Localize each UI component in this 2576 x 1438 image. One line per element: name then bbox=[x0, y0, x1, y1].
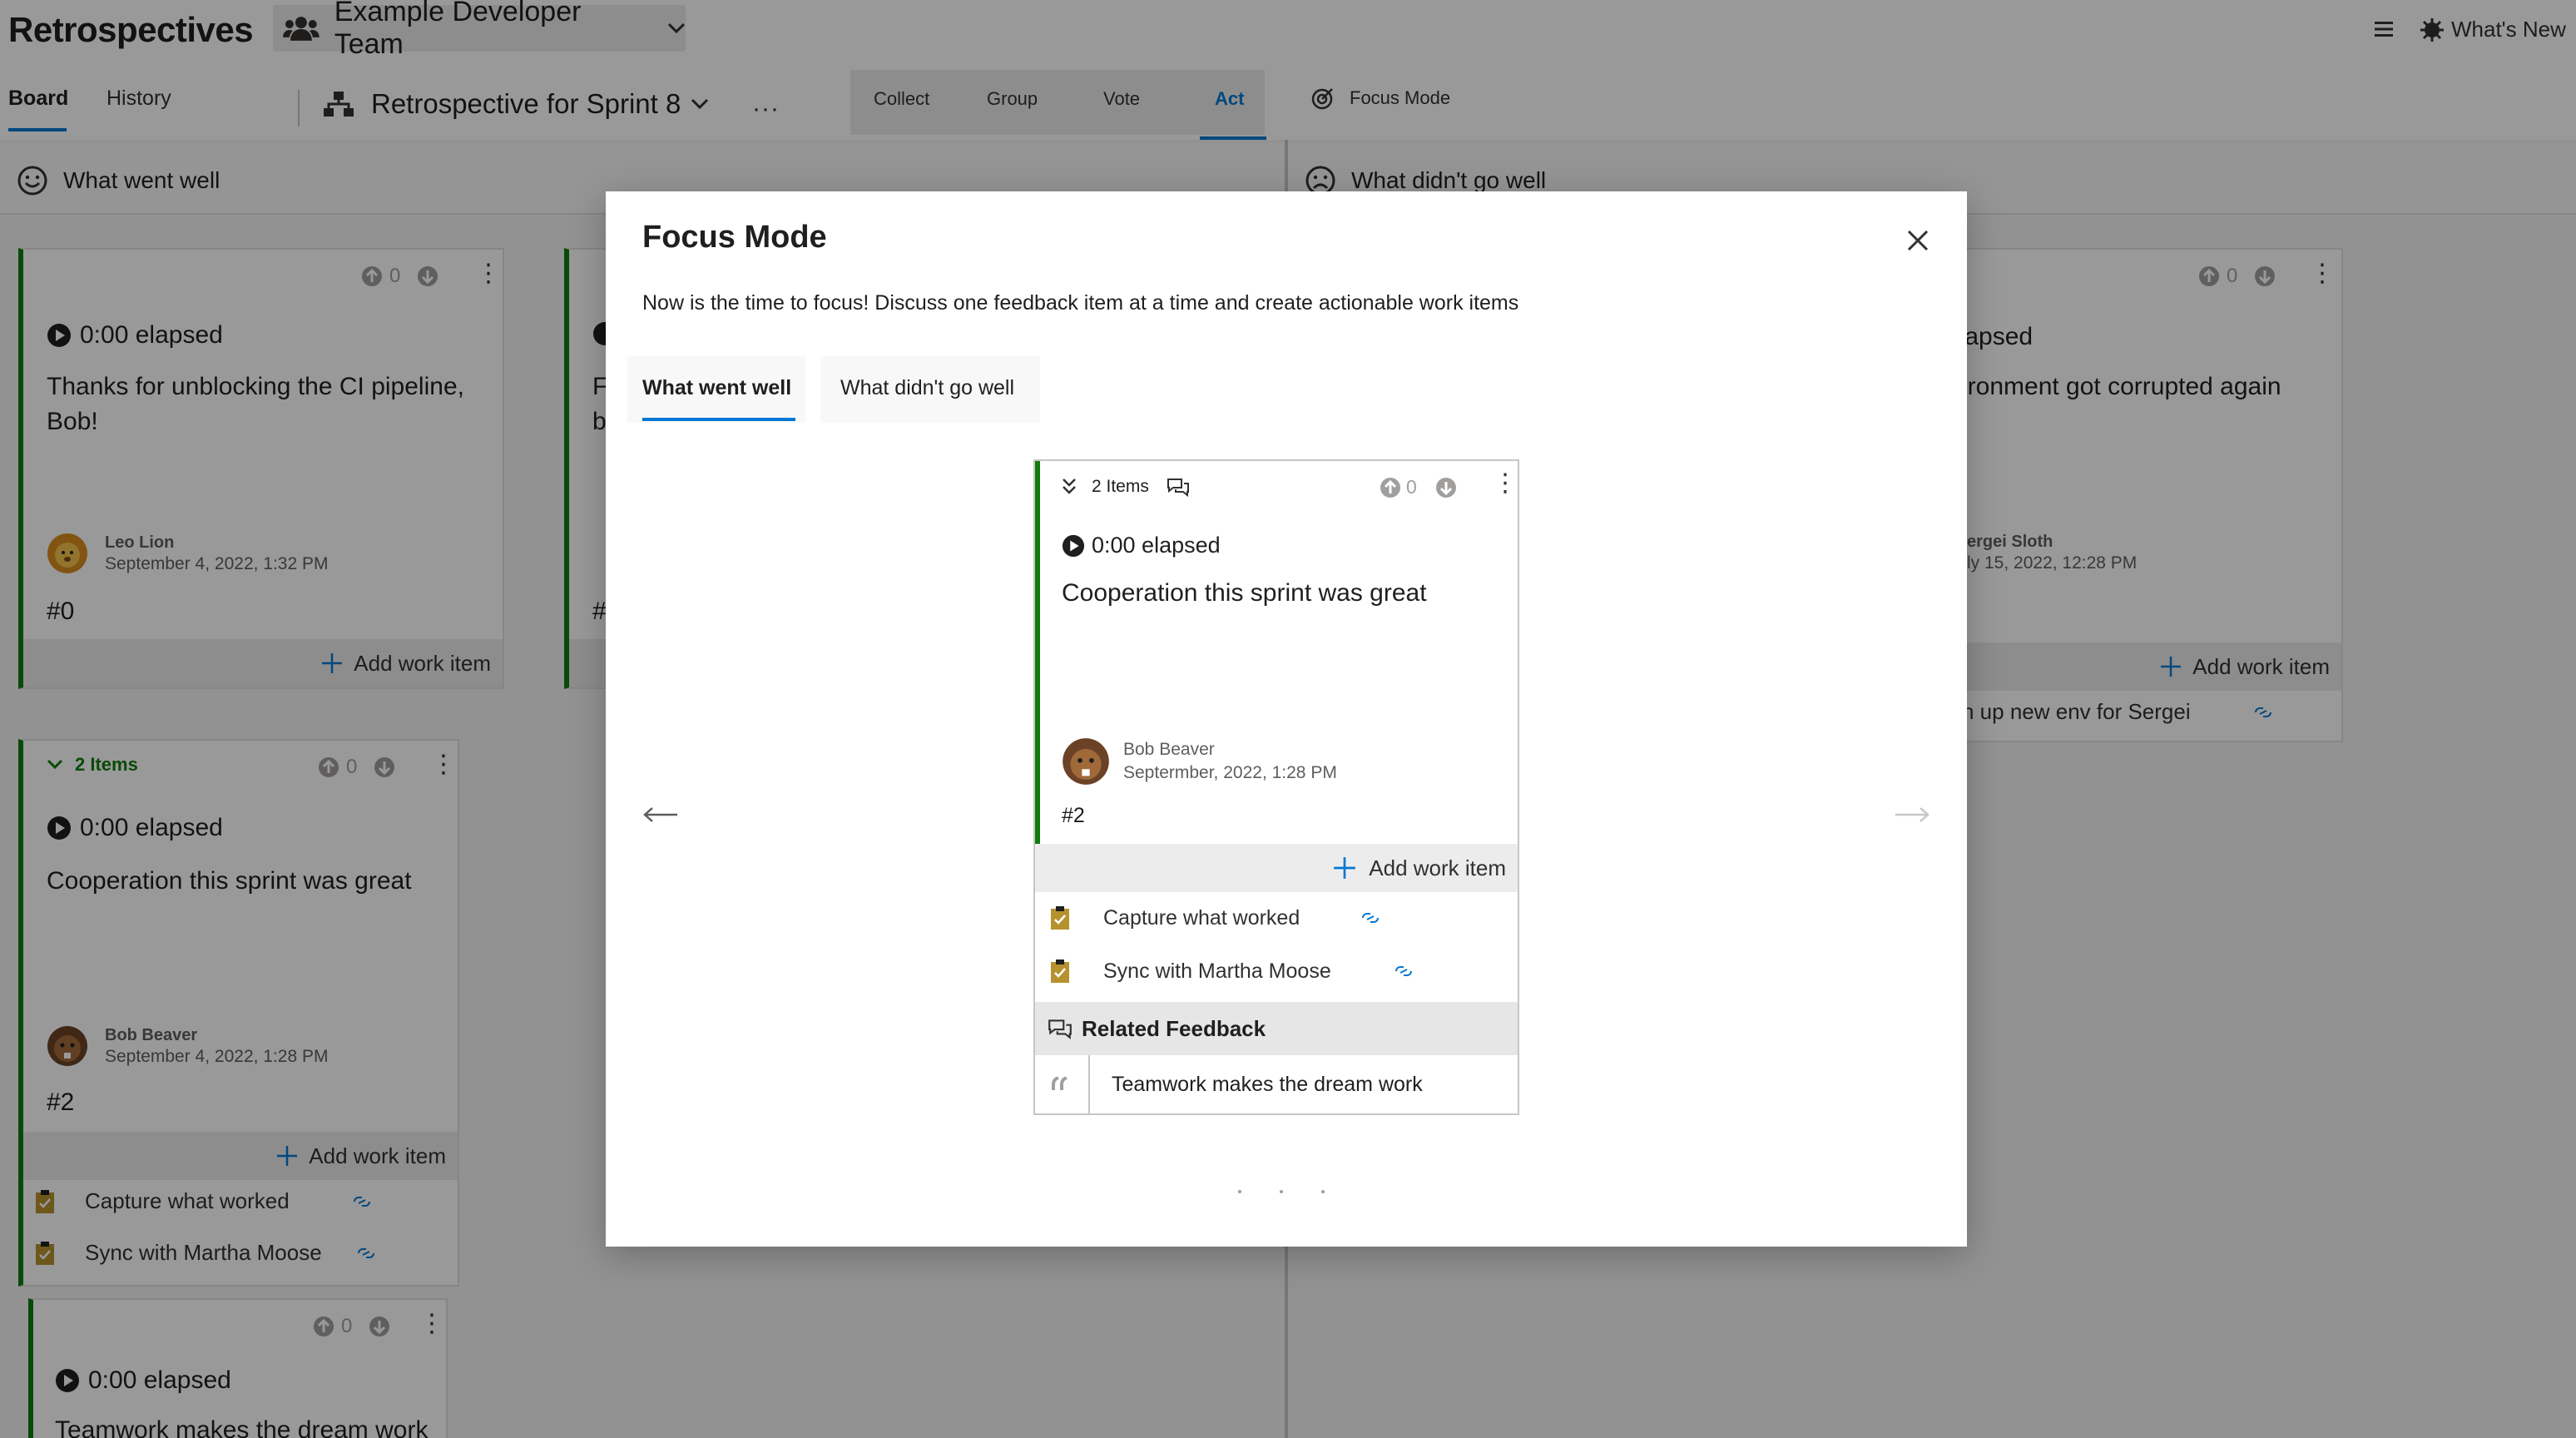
upvote-icon[interactable] bbox=[1380, 477, 1401, 498]
card-number: #2 bbox=[1062, 804, 1085, 827]
tab-what-didnt-go-well[interactable]: What didn't go well bbox=[840, 376, 1014, 400]
work-item-title: Capture what worked bbox=[1103, 905, 1300, 930]
previous-arrow-icon[interactable] bbox=[642, 806, 679, 824]
related-feedback-item[interactable]: Teamwork makes the dream work bbox=[1035, 1055, 1518, 1113]
focus-mode-dialog: Focus Mode Now is the time to focus! Dis… bbox=[606, 191, 1967, 1247]
created-date: Septermber, 2022, 1:28 PM bbox=[1123, 763, 1337, 782]
page-dot[interactable] bbox=[1280, 1190, 1283, 1193]
feedback-text: Cooperation this sprint was great bbox=[1062, 579, 1427, 607]
work-item[interactable]: Capture what worked bbox=[1050, 905, 1381, 930]
clipboard-icon bbox=[1051, 959, 1069, 983]
work-item[interactable]: Sync with Martha Moose bbox=[1050, 959, 1414, 984]
add-work-item-label: Add work item bbox=[1369, 855, 1506, 880]
dialog-description: Now is the time to focus! Discuss one fe… bbox=[642, 291, 1519, 315]
close-icon[interactable] bbox=[1905, 228, 1930, 253]
related-feedback-text: Teamwork makes the dream work bbox=[1112, 1072, 1423, 1096]
double-chevron-down-icon bbox=[1063, 479, 1076, 494]
vote-controls: 0 bbox=[1380, 476, 1457, 498]
author-name: Bob Beaver bbox=[1123, 740, 1215, 759]
plus-icon bbox=[1334, 857, 1356, 879]
card-accent-bar bbox=[1035, 461, 1040, 844]
vote-count: 0 bbox=[1406, 476, 1417, 498]
timer[interactable]: 0:00 elapsed bbox=[1062, 533, 1221, 558]
pagination-dots bbox=[1238, 1190, 1325, 1193]
link-icon[interactable] bbox=[1360, 910, 1381, 926]
comments-icon bbox=[1048, 1019, 1072, 1039]
tab-active-underline bbox=[642, 418, 795, 421]
clipboard-icon bbox=[1051, 906, 1069, 930]
link-icon[interactable] bbox=[1393, 963, 1414, 979]
tab-what-went-well[interactable]: What went well bbox=[642, 376, 791, 400]
play-icon bbox=[1062, 534, 1085, 557]
group-toggle[interactable]: 2 Items bbox=[1062, 476, 1191, 498]
group-count: 2 Items bbox=[1092, 477, 1149, 496]
work-item-title: Sync with Martha Moose bbox=[1103, 959, 1331, 983]
quote-icon bbox=[1035, 1055, 1090, 1113]
downvote-icon[interactable] bbox=[1435, 477, 1457, 498]
next-arrow-icon[interactable] bbox=[1894, 806, 1930, 824]
dialog-title: Focus Mode bbox=[642, 220, 827, 255]
related-feedback-header: Related Feedback bbox=[1035, 1002, 1518, 1055]
card-menu-button[interactable]: ⋮ bbox=[1493, 471, 1518, 496]
related-feedback-title: Related Feedback bbox=[1082, 1015, 1266, 1041]
avatar-beaver bbox=[1063, 738, 1109, 785]
comments-icon[interactable] bbox=[1166, 476, 1191, 498]
page-dot[interactable] bbox=[1321, 1190, 1325, 1193]
add-work-item-button[interactable]: Add work item bbox=[1035, 844, 1518, 892]
page-dot[interactable] bbox=[1238, 1190, 1241, 1193]
author: Bob Beaver Septermber, 2022, 1:28 PM bbox=[1062, 737, 1337, 786]
elapsed-label: 0:00 elapsed bbox=[1092, 533, 1221, 558]
focused-feedback-card: 2 Items 0 ⋮ 0:00 elapsed Cooperation thi… bbox=[1033, 459, 1519, 1115]
